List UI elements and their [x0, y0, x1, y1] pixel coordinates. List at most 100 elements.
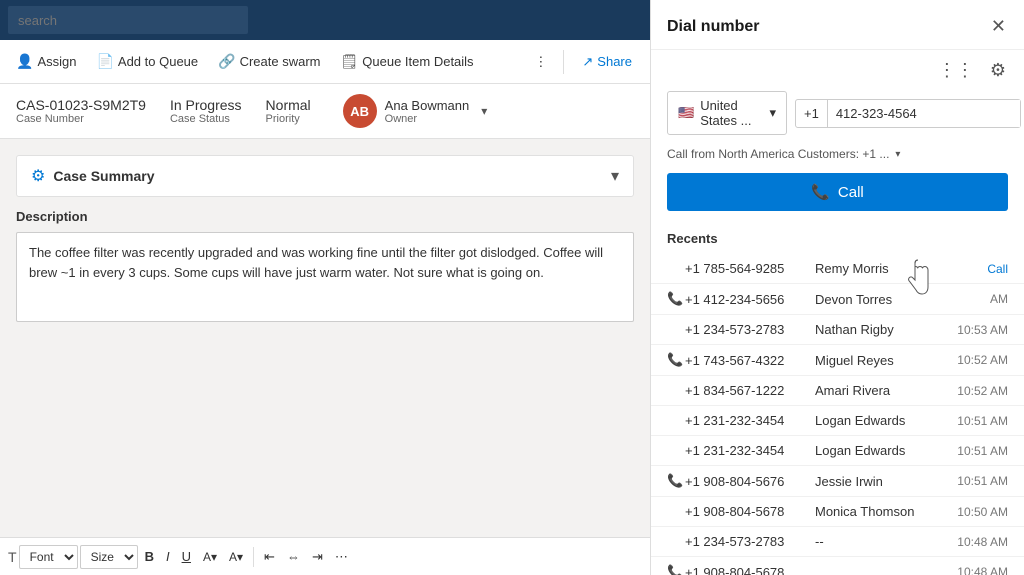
- owner-chevron-button[interactable]: ▾: [477, 104, 491, 118]
- recent-item[interactable]: 📞+1 743-567-4322Miguel Reyes10:52 AM: [651, 345, 1024, 376]
- recent-time: 10:51 AM: [953, 414, 1008, 428]
- align-left-button[interactable]: ⇤: [259, 546, 280, 568]
- case-summary-section[interactable]: ⚙ Case Summary ▾: [16, 155, 634, 197]
- recent-item[interactable]: +1 231-232-3454Logan Edwards10:51 AM: [651, 406, 1024, 436]
- description-label: Description: [16, 209, 634, 224]
- align-right-button[interactable]: ⇥: [307, 546, 328, 568]
- description-section: Description The coffee filter was recent…: [16, 209, 634, 322]
- recent-name: Miguel Reyes: [815, 353, 953, 368]
- call-button[interactable]: 📞 Call: [667, 173, 1008, 211]
- add-to-queue-button[interactable]: 📄 Add to Queue: [88, 49, 206, 74]
- font-dropdown[interactable]: Font: [19, 545, 78, 569]
- person-icon: 👤: [16, 53, 33, 70]
- recent-time: 10:52 AM: [953, 384, 1008, 398]
- highlight-button[interactable]: A▾: [198, 547, 222, 567]
- recent-item[interactable]: +1 234-573-2783Nathan Rigby10:53 AM: [651, 315, 1024, 345]
- avatar: AB: [343, 94, 377, 128]
- recent-time: 10:51 AM: [953, 444, 1008, 458]
- recent-item[interactable]: 📞+1 908-804-5676Jessie Irwin10:51 AM: [651, 466, 1024, 497]
- size-dropdown[interactable]: Size: [80, 545, 138, 569]
- recent-item[interactable]: +1 785-564-9285Remy MorrisCall: [651, 254, 1024, 284]
- call-type-icon: 📞: [667, 473, 685, 489]
- recent-name: Logan Edwards: [815, 443, 953, 458]
- caller-id-text: Call from North America Customers: +1 ..…: [667, 147, 889, 161]
- text-icon: T: [8, 549, 17, 565]
- main-content: ⚙ Case Summary ▾ Description The coffee …: [0, 139, 650, 575]
- call-type-icon: 📞: [667, 291, 685, 307]
- case-priority-label: Priority: [266, 113, 311, 125]
- recent-time: Call: [953, 262, 1008, 276]
- recent-phone: +1 785-564-9285: [685, 261, 815, 276]
- dial-panel: Dial number ✕ ⋮⋮ ⚙ 🇺🇸 United States ... …: [650, 0, 1024, 575]
- description-text[interactable]: The coffee filter was recently upgraded …: [16, 232, 634, 322]
- recent-time: 10:50 AM: [953, 505, 1008, 519]
- owner-info: Ana Bowmann Owner: [385, 98, 470, 125]
- underline-button[interactable]: U: [177, 546, 196, 567]
- assign-button[interactable]: 👤 Assign: [8, 49, 84, 74]
- crm-panel: 👤 Assign 📄 Add to Queue 🔗 Create swarm 🗒…: [0, 0, 650, 575]
- settings-button[interactable]: ⚙: [988, 58, 1008, 83]
- recent-item[interactable]: +1 231-232-3454Logan Edwards10:51 AM: [651, 436, 1024, 466]
- call-type-icon: 📞: [667, 352, 685, 368]
- search-input[interactable]: [8, 6, 248, 34]
- case-number-field: CAS-01023-S9M2T9 Case Number: [16, 97, 146, 125]
- recent-time: 10:52 AM: [953, 353, 1008, 367]
- close-button[interactable]: ✕: [989, 14, 1008, 39]
- recent-name: Jessie Irwin: [815, 474, 953, 489]
- top-bar: [0, 0, 650, 40]
- queue-icon: 📄: [96, 53, 113, 70]
- recent-name: Nathan Rigby: [815, 322, 953, 337]
- recent-phone: +1 834-567-1222: [685, 383, 815, 398]
- recent-phone: +1 231-232-3454: [685, 443, 815, 458]
- recent-item[interactable]: 📞+1 412-234-5656Devon TorresAM: [651, 284, 1024, 315]
- recent-item[interactable]: 📞+1 908-804-567810:48 AM: [651, 557, 1024, 575]
- country-select[interactable]: 🇺🇸 United States ... ▾: [667, 91, 787, 135]
- case-priority-value: Normal: [266, 97, 311, 113]
- share-button[interactable]: ↗ Share: [572, 50, 642, 74]
- recent-name: Remy Morris: [815, 261, 953, 276]
- recent-phone: +1 234-573-2783: [685, 322, 815, 337]
- details-icon: 🗒: [341, 53, 359, 70]
- dialpad-button[interactable]: ⋮⋮: [936, 58, 976, 83]
- swarm-icon: 🔗: [218, 53, 235, 70]
- recent-phone: +1 908-804-5678: [685, 504, 815, 519]
- toolbar: 👤 Assign 📄 Add to Queue 🔗 Create swarm 🗒…: [0, 40, 650, 84]
- dial-actions: ⋮⋮ ⚙: [651, 50, 1024, 91]
- italic-button[interactable]: I: [161, 546, 175, 567]
- recent-phone: +1 743-567-4322: [685, 353, 815, 368]
- recent-name: --: [815, 534, 953, 549]
- caller-id-row[interactable]: Call from North America Customers: +1 ..…: [651, 147, 1024, 173]
- recent-name: Devon Torres: [815, 292, 953, 307]
- dial-inputs: 🇺🇸 United States ... ▾ +1: [651, 91, 1024, 147]
- owner-name: Ana Bowmann: [385, 98, 470, 113]
- summary-icon: ⚙: [31, 166, 45, 186]
- owner-area: AB Ana Bowmann Owner ▾: [343, 94, 492, 128]
- call-icon: 📞: [811, 183, 830, 201]
- case-status-label: Case Status: [170, 113, 242, 125]
- queue-item-details-button[interactable]: 🗒 Queue Item Details: [333, 49, 482, 74]
- dial-header: Dial number ✕: [651, 0, 1024, 50]
- recent-phone: +1 234-573-2783: [685, 534, 815, 549]
- recent-time: AM: [953, 292, 1008, 306]
- recent-item[interactable]: +1 234-573-2783--10:48 AM: [651, 527, 1024, 557]
- country-flag: 🇺🇸: [678, 105, 694, 121]
- recent-item[interactable]: +1 908-804-5678Monica Thomson10:50 AM: [651, 497, 1024, 527]
- phone-number-input[interactable]: [828, 100, 1020, 127]
- recent-phone: +1 231-232-3454: [685, 413, 815, 428]
- more-formatting-button[interactable]: ⋯: [330, 546, 353, 568]
- create-swarm-button[interactable]: 🔗 Create swarm: [210, 49, 328, 74]
- more-options-button[interactable]: ⋮: [526, 50, 555, 74]
- owner-role: Owner: [385, 113, 470, 125]
- phone-input-group: +1: [795, 99, 1021, 128]
- case-summary-title: Case Summary: [53, 168, 154, 184]
- country-code: +1: [796, 100, 828, 127]
- align-center-button[interactable]: ⇔: [282, 546, 305, 567]
- call-type-icon: 📞: [667, 564, 685, 575]
- editor-toolbar: T Font Size B I U A▾ A▾ ⇤ ⇔ ⇥ ⋯: [0, 537, 650, 575]
- recent-item[interactable]: +1 834-567-1222Amari Rivera10:52 AM: [651, 376, 1024, 406]
- bold-button[interactable]: B: [140, 546, 159, 567]
- section-chevron-icon: ▾: [611, 166, 619, 186]
- recent-name: Monica Thomson: [815, 504, 953, 519]
- dial-title: Dial number: [667, 18, 759, 36]
- font-color-button[interactable]: A▾: [224, 547, 248, 567]
